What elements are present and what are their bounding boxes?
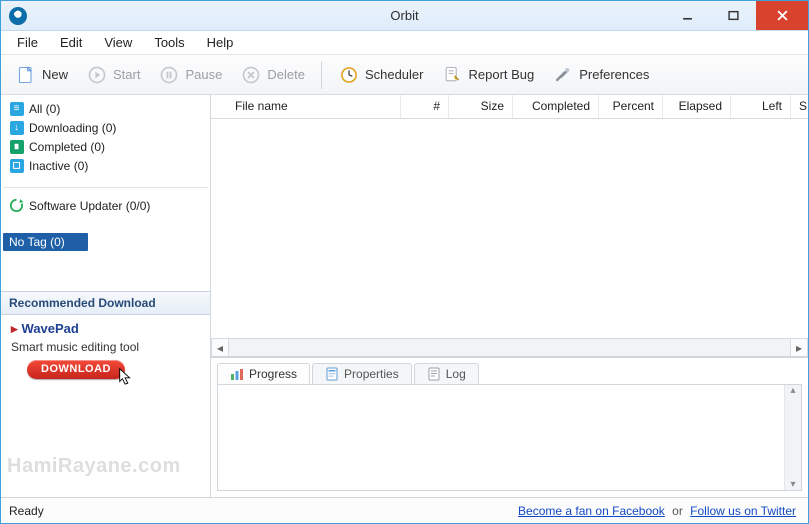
sidebar-item-notag[interactable]: No Tag (0) <box>3 233 88 251</box>
menu-file[interactable]: File <box>7 32 48 53</box>
properties-icon <box>325 367 339 381</box>
reco-desc: Smart music editing tool <box>11 340 200 354</box>
reco-title[interactable]: ▸ WavePad <box>11 321 200 337</box>
start-label: Start <box>113 67 140 82</box>
delete-icon <box>240 64 262 86</box>
window-title: Orbit <box>1 8 808 23</box>
download-grid: File name # Size Completed Percent Elaps… <box>211 95 808 357</box>
tools-icon <box>552 64 574 86</box>
recommended-header: Recommended Download <box>1 291 210 315</box>
status-bar: Ready Become a fan on Facebook or Follow… <box>1 497 808 523</box>
watermark: HamiRayane.com <box>7 455 204 478</box>
sidebar-notag-label: No Tag (0) <box>9 235 65 249</box>
sidebar-item-label: Completed (0) <box>29 140 105 154</box>
pause-label: Pause <box>185 67 222 82</box>
col-filename[interactable]: File name <box>211 95 401 118</box>
scheduler-button[interactable]: Scheduler <box>332 61 430 89</box>
pause-icon <box>158 64 180 86</box>
delete-button[interactable]: Delete <box>234 61 311 89</box>
sidebar-item-label: Downloading (0) <box>29 121 116 135</box>
sidebar-item-completed[interactable]: ∎ Completed (0) <box>1 137 210 156</box>
col-number[interactable]: # <box>401 95 449 118</box>
reco-title-text: WavePad <box>22 321 79 336</box>
menu-tools[interactable]: Tools <box>144 32 194 53</box>
sidebar-item-inactive[interactable]: ◻ Inactive (0) <box>1 156 210 175</box>
sidebar-item-all[interactable]: ≡ All (0) <box>1 99 210 118</box>
scroll-left-icon[interactable]: ◂ <box>211 339 229 357</box>
scheduler-label: Scheduler <box>365 67 424 82</box>
tab-properties-label: Properties <box>344 367 399 381</box>
vertical-scrollbar[interactable]: ▴ ▾ <box>784 385 801 490</box>
inactive-icon: ◻ <box>9 158 24 173</box>
download-icon: ↓ <box>9 120 24 135</box>
arrow-right-icon: ▸ <box>11 321 18 336</box>
sidebar: ≡ All (0) ↓ Downloading (0) ∎ Completed … <box>1 95 211 497</box>
tab-properties[interactable]: Properties <box>312 363 412 385</box>
col-elapsed[interactable]: Elapsed <box>663 95 731 118</box>
detail-pane: Progress Properties Log <box>211 357 808 497</box>
menu-help[interactable]: Help <box>197 32 244 53</box>
play-icon <box>86 64 108 86</box>
title-bar: Orbit <box>1 1 808 31</box>
completed-icon: ∎ <box>9 139 24 154</box>
facebook-link[interactable]: Become a fan on Facebook <box>518 504 665 518</box>
bug-report-icon <box>441 64 463 86</box>
delete-label: Delete <box>267 67 305 82</box>
cursor-icon <box>117 367 135 385</box>
report-bug-button[interactable]: Report Bug <box>435 61 540 89</box>
sidebar-item-downloading[interactable]: ↓ Downloading (0) <box>1 118 210 137</box>
refresh-icon <box>9 198 24 213</box>
sidebar-separator <box>3 187 208 188</box>
menu-view[interactable]: View <box>94 32 142 53</box>
status-text: Ready <box>9 504 44 518</box>
list-icon: ≡ <box>9 101 24 116</box>
download-button-label: DOWNLOAD <box>41 363 111 375</box>
scroll-up-icon[interactable]: ▴ <box>790 385 795 396</box>
tab-progress[interactable]: Progress <box>217 363 310 385</box>
scroll-down-icon[interactable]: ▾ <box>790 479 795 490</box>
tab-progress-label: Progress <box>249 367 297 381</box>
col-left[interactable]: Left <box>731 95 791 118</box>
main-panel: File name # Size Completed Percent Elaps… <box>211 95 808 497</box>
log-icon <box>427 367 441 381</box>
preferences-button[interactable]: Preferences <box>546 61 655 89</box>
new-button[interactable]: New <box>9 61 74 89</box>
new-label: New <box>42 67 68 82</box>
tab-log[interactable]: Log <box>414 363 479 385</box>
col-completed[interactable]: Completed <box>513 95 599 118</box>
toolbar-separator <box>321 61 322 89</box>
col-percent[interactable]: Percent <box>599 95 663 118</box>
menu-edit[interactable]: Edit <box>50 32 92 53</box>
preferences-label: Preferences <box>579 67 649 82</box>
col-size[interactable]: Size <box>449 95 513 118</box>
status-or: or <box>672 504 683 518</box>
sidebar-item-updater[interactable]: Software Updater (0/0) <box>1 196 210 215</box>
toolbar: New Start Pause Delete Scheduler <box>1 55 808 95</box>
start-button[interactable]: Start <box>80 61 146 89</box>
menu-bar: File Edit View Tools Help <box>1 31 808 55</box>
new-icon <box>15 64 37 86</box>
detail-body: ▴ ▾ <box>217 384 802 491</box>
horizontal-scrollbar[interactable]: ◂ ▸ <box>211 338 808 356</box>
detail-tabs: Progress Properties Log <box>211 358 808 384</box>
sidebar-item-label: All (0) <box>29 102 60 116</box>
report-bug-label: Report Bug <box>468 67 534 82</box>
download-button[interactable]: DOWNLOAD <box>27 360 125 379</box>
twitter-link[interactable]: Follow us on Twitter <box>690 504 796 518</box>
sidebar-item-label: Inactive (0) <box>29 159 88 173</box>
col-speed[interactable]: S <box>791 95 807 118</box>
clock-icon <box>338 64 360 86</box>
sidebar-updater-label: Software Updater (0/0) <box>29 199 150 213</box>
pause-button[interactable]: Pause <box>152 61 228 89</box>
chart-icon <box>230 367 244 381</box>
scroll-right-icon[interactable]: ▸ <box>790 339 808 357</box>
tab-log-label: Log <box>446 367 466 381</box>
grid-header: File name # Size Completed Percent Elaps… <box>211 95 808 119</box>
